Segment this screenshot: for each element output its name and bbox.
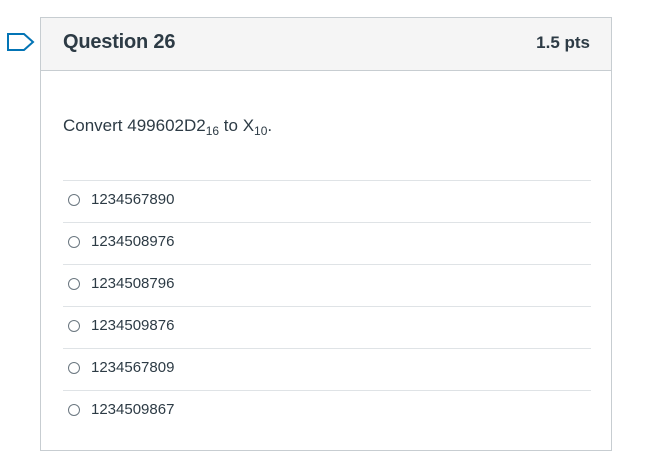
question-header: Question 26 1.5 pts — [41, 18, 611, 71]
answer-option[interactable]: 1234509876 — [63, 307, 591, 349]
radio-button[interactable] — [68, 236, 80, 248]
question-text-base-to: 10 — [254, 124, 268, 138]
radio-button[interactable] — [68, 362, 80, 374]
answer-option[interactable]: 1234509867 — [63, 391, 591, 432]
radio-button[interactable] — [68, 404, 80, 416]
radio-button[interactable] — [68, 320, 80, 332]
answer-label[interactable]: 1234509876 — [91, 317, 174, 334]
answer-option[interactable]: 1234567890 — [63, 181, 591, 223]
radio-button[interactable] — [68, 278, 80, 290]
question-text-base-from: 16 — [205, 124, 220, 138]
question-card: Question 26 1.5 pts Convert 499602D216 t… — [40, 17, 612, 451]
question-text-suffix: . — [267, 116, 273, 135]
answer-label[interactable]: 1234509867 — [91, 401, 174, 418]
answer-label[interactable]: 1234508976 — [91, 233, 174, 250]
answer-label[interactable]: 1234567809 — [91, 359, 174, 376]
flag-question-icon[interactable] — [7, 33, 35, 51]
question-points: 1.5 pts — [536, 33, 590, 52]
answer-option[interactable]: 1234508976 — [63, 223, 591, 265]
radio-button[interactable] — [68, 194, 80, 206]
answer-label[interactable]: 1234508796 — [91, 275, 174, 292]
answer-option[interactable]: 1234567809 — [63, 349, 591, 391]
question-title: Question 26 — [63, 31, 176, 53]
question-text-mid: to X — [219, 116, 255, 135]
question-text: Convert 499602D216 to X10. — [63, 116, 273, 138]
answer-option[interactable]: 1234508796 — [63, 265, 591, 307]
question-text-prefix: Convert 499602D2 — [63, 116, 206, 135]
answer-list: 1234567890 1234508976 1234508796 1234509… — [63, 180, 591, 432]
answer-label[interactable]: 1234567890 — [91, 191, 174, 208]
